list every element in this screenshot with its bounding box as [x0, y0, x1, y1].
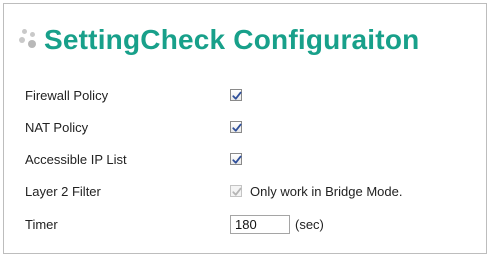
firewall-policy-label: Firewall Policy: [25, 87, 109, 103]
layer2-filter-checkbox: [230, 185, 242, 197]
checkmark-icon: [232, 91, 242, 100]
timer-input[interactable]: [230, 214, 290, 234]
settings-panel: SettingCheck Configuraiton Firewall Poli…: [3, 3, 487, 254]
layer2-filter-label: Layer 2 Filter: [25, 183, 101, 199]
page-title: SettingCheck Configuraiton: [44, 24, 420, 55]
accessible-ip-list-checkbox[interactable]: [230, 153, 242, 165]
checkmark-icon: [232, 123, 242, 132]
layer2-filter-row: Layer 2 Filter Only work in Bridge Mode.: [25, 182, 402, 200]
checkmark-icon: [232, 155, 242, 164]
accessible-ip-list-label: Accessible IP List: [25, 151, 127, 167]
dots-icon: [18, 29, 40, 51]
bridge-mode-note: Only work in Bridge Mode.: [250, 183, 403, 199]
nat-policy-checkbox[interactable]: [230, 121, 242, 133]
firewall-policy-checkbox[interactable]: [230, 89, 242, 101]
checkmark-icon: [232, 187, 242, 196]
nat-policy-label: NAT Policy: [25, 119, 89, 135]
page-header: SettingCheck Configuraiton: [18, 20, 419, 60]
timer-row: Timer (sec): [25, 213, 324, 235]
firewall-policy-row: Firewall Policy: [25, 86, 242, 104]
timer-unit: (sec): [295, 216, 324, 232]
timer-label: Timer: [25, 216, 58, 232]
accessible-ip-list-row: Accessible IP List: [25, 150, 242, 168]
nat-policy-row: NAT Policy: [25, 118, 242, 136]
